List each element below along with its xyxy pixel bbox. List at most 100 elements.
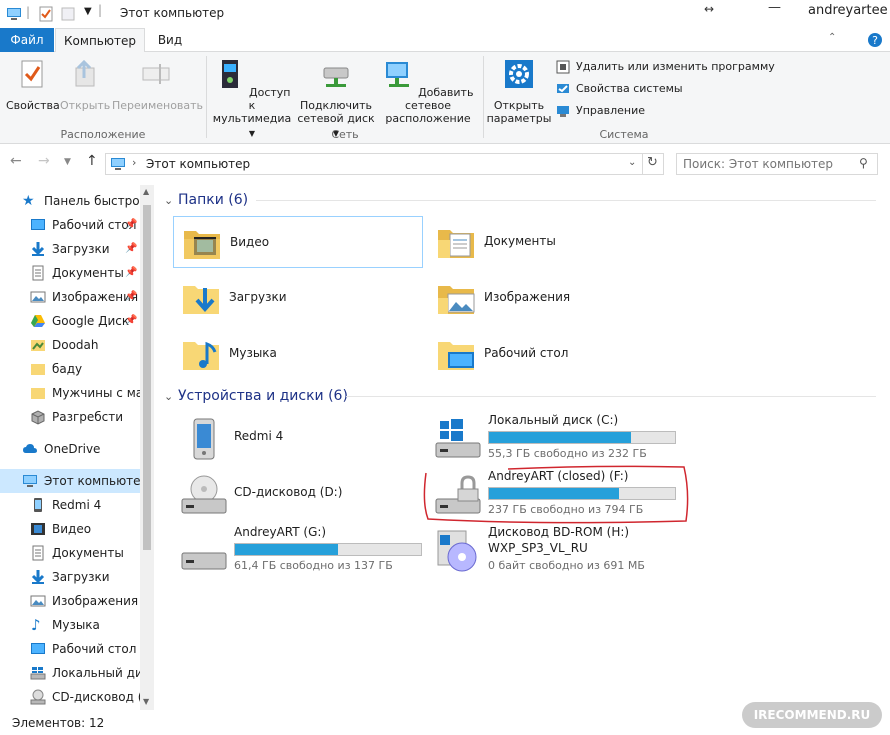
devices-header-label: Устройства и диски (6) (178, 388, 348, 404)
drive-tile-h[interactable]: Дисковод BD-ROM (H:) WXP_SP3_VL_RU 0 бай… (432, 523, 692, 577)
sidebar-item-label: Документы (52, 546, 124, 560)
help-icon[interactable]: ? (867, 32, 883, 48)
ribbon-collapse-icon[interactable]: ⌃ (828, 32, 836, 43)
open-settings-button[interactable]: Открыть параметры (486, 58, 552, 125)
folders-section-header[interactable]: ⌄ Папки (6) (164, 189, 248, 211)
folder-label: Загрузки (229, 290, 287, 304)
minimize-button[interactable]: — (768, 0, 781, 15)
sidebar-item-local-disk-c[interactable]: Локальный диск (C:) (0, 661, 140, 685)
sidebar-item-music[interactable]: ♪ Музыка (0, 613, 140, 637)
sidebar-item-badu[interactable]: баду (0, 357, 140, 381)
device-name: Redmi 4 (234, 429, 284, 443)
box-icon (31, 410, 45, 425)
scroll-up-icon[interactable]: ▲ (143, 187, 149, 196)
devices-section-header[interactable]: ⌄ Устройства и диски (6) (164, 385, 348, 407)
scrollbar-thumb[interactable] (143, 205, 151, 550)
recent-locations-icon[interactable]: ▼ (64, 157, 71, 167)
uninstall-program-button[interactable]: Удалить или изменить программу (556, 58, 775, 76)
tab-computer[interactable]: Компьютер (55, 28, 145, 53)
sidebar-item-doodah[interactable]: Doodah (0, 333, 140, 357)
sidebar-item-downloads[interactable]: Загрузки 📌 (0, 237, 140, 261)
sidebar-item-redmi[interactable]: Redmi 4 (0, 493, 140, 517)
sidebar-item-pictures-pc[interactable]: Изображения (0, 589, 140, 613)
sidebar-item-label: Рабочий стол (52, 218, 137, 232)
sidebar-item-this-pc[interactable]: Этот компьютер (0, 469, 140, 493)
sidebar-item-desktop[interactable]: Рабочий стол 📌 (0, 213, 140, 237)
group-location-label: Расположение (60, 128, 146, 141)
search-box[interactable]: ⚲ (676, 153, 878, 175)
chevron-down-icon[interactable]: ⌄ (164, 386, 178, 408)
sidebar-item-label: Разгребсти (52, 410, 124, 424)
tab-file[interactable]: Файл (0, 28, 54, 52)
sidebar-item-quick-access[interactable]: ★ Панель быстрого доступа (0, 189, 140, 213)
folder-tile-music[interactable]: Музыка (173, 328, 423, 380)
drive-volume-label: WXP_SP3_VL_RU (488, 541, 588, 555)
address-dropdown-icon[interactable]: ⌄ (628, 157, 636, 168)
sidebar-item-desktop-pc[interactable]: Рабочий стол (0, 637, 140, 661)
system-properties-button[interactable]: Свойства системы (556, 80, 683, 98)
search-icon[interactable]: ⚲ (859, 156, 868, 170)
document-icon (32, 545, 44, 561)
pin-icon[interactable]: 📌 (125, 309, 137, 333)
address-bar[interactable]: › Этот компьютер ⌄ ↻ (105, 153, 664, 175)
pin-icon[interactable]: 📌 (125, 213, 137, 237)
sidebar-item-documents[interactable]: Документы 📌 (0, 261, 140, 285)
drive-tile-d[interactable]: CD-дисковод (D:) (178, 467, 438, 521)
qat-dropdown-icon[interactable]: ▼ (84, 6, 92, 17)
device-tile-redmi[interactable]: Redmi 4 (178, 411, 438, 465)
sidebar-item-pictures[interactable]: Изображения 📌 (0, 285, 140, 309)
sidebar-item-google-drive[interactable]: Google Диск 📌 (0, 309, 140, 333)
add-network-location-button[interactable]: Добавить сетевое расположение (378, 58, 478, 125)
chevron-down-icon[interactable]: ⌄ (164, 190, 178, 212)
pin-icon[interactable]: 📌 (125, 237, 137, 261)
back-arrow-icon[interactable]: ← (10, 153, 22, 169)
drive-tile-g[interactable]: AndreyART (G:) 61,4 ГБ свободно из 137 Г… (178, 523, 438, 577)
rename-label: Переименовать (112, 99, 204, 112)
properties-checkmark-icon (21, 60, 43, 88)
folder-tile-desktop[interactable]: Рабочий стол (428, 328, 678, 380)
properties-button[interactable]: Свойства (6, 58, 60, 112)
pin-icon[interactable]: 📌 (125, 261, 137, 285)
tab-view[interactable]: Вид (148, 28, 192, 52)
pin-icon[interactable]: 📌 (125, 285, 137, 309)
folder-tile-downloads[interactable]: Загрузки (173, 272, 423, 324)
folder-tile-pictures[interactable]: Изображения (428, 272, 678, 324)
open-button[interactable]: Открыть (60, 58, 110, 112)
sidebar-item-video[interactable]: Видео (0, 517, 140, 541)
search-input[interactable] (683, 157, 853, 171)
folder-tile-documents[interactable]: Документы (428, 216, 678, 268)
gear-icon (505, 60, 533, 88)
drive-usage-fill (489, 432, 631, 443)
svg-text:?: ? (872, 34, 878, 47)
sidebar-scrollbar[interactable]: ▲ ▼ (140, 185, 154, 710)
cd-drive-icon (30, 689, 46, 705)
sidebar-item-documents-pc[interactable]: Документы (0, 541, 140, 565)
up-arrow-icon[interactable]: ↑ (86, 153, 98, 169)
properties-checkmark-icon[interactable] (38, 6, 54, 22)
sidebar-item-cd-drive-d[interactable]: CD-дисковод (D:) (0, 685, 140, 709)
add-network-label-2: расположение (385, 112, 471, 125)
sidebar-item-onedrive[interactable]: OneDrive (0, 437, 140, 461)
manage-button[interactable]: Управление (556, 102, 645, 120)
sidebar-item-label: Изображения (52, 594, 139, 608)
forward-arrow-icon[interactable]: → (38, 153, 50, 169)
rename-button[interactable]: Переименовать (112, 58, 204, 112)
sidebar-item-razgrebsti[interactable]: Разгребсти (0, 405, 140, 429)
ribbon: Свойства Открыть Переименовать Расположе… (0, 52, 890, 144)
video-icon (31, 523, 45, 535)
folders-header-label: Папки (6) (178, 192, 249, 208)
address-path: Этот компьютер (146, 157, 251, 171)
uninstall-label: Удалить или изменить программу (576, 60, 775, 73)
folder-tile-video[interactable]: Видео (173, 216, 423, 268)
rename-icon (142, 64, 170, 84)
scroll-down-icon[interactable]: ▼ (143, 697, 149, 706)
drive-tile-c[interactable]: Локальный диск (C:) 55,3 ГБ свободно из … (432, 411, 692, 465)
system-properties-label: Свойства системы (576, 82, 683, 95)
sidebar-item-downloads-pc[interactable]: Загрузки (0, 565, 140, 589)
downloads-folder-icon (183, 286, 219, 314)
refresh-icon[interactable]: ↻ (647, 155, 658, 170)
breadcrumb-chevron-icon[interactable]: › (132, 156, 136, 169)
new-folder-icon[interactable] (60, 6, 76, 22)
sidebar-item-men-from-mars[interactable]: Мужчины с марса (0, 381, 140, 405)
address-separator (642, 154, 643, 174)
